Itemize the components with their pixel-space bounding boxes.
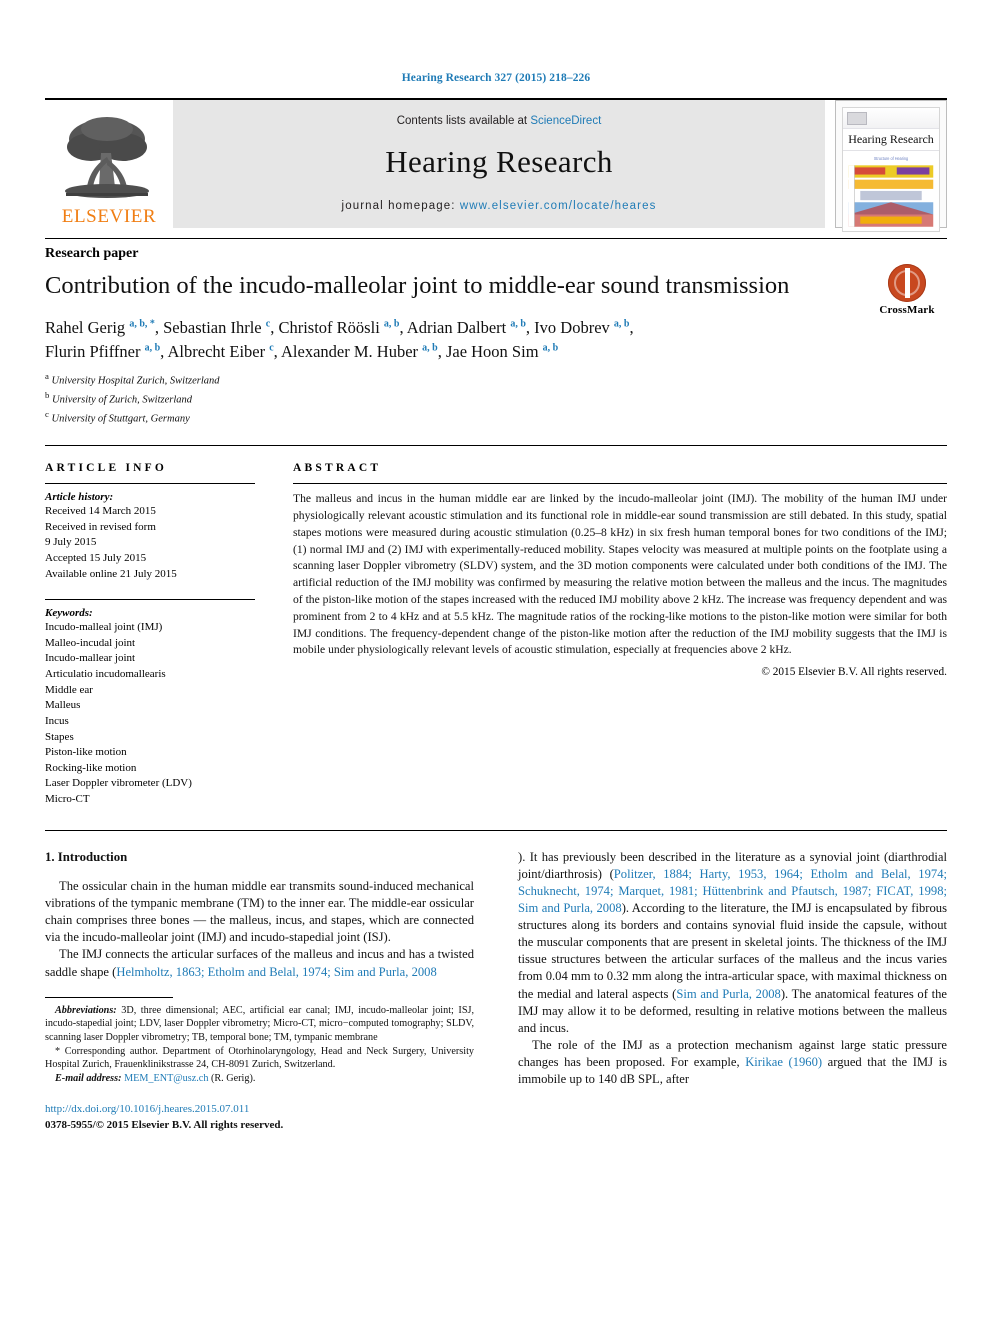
cover-top-strip (843, 108, 939, 129)
sciencedirect-link[interactable]: ScienceDirect (530, 115, 601, 127)
keyword-item: Middle ear (45, 683, 93, 696)
abbreviations-label: Abbreviations: (55, 1004, 117, 1016)
keywords-label: Keywords: (45, 607, 93, 620)
email-suffix: (R. Gerig). (208, 1073, 256, 1085)
body-column-right: ). It has previously been described in t… (518, 849, 947, 1134)
affiliations-list: a University Hospital Zurich, Switzerlan… (45, 370, 947, 427)
keyword-item: Malleus (45, 699, 81, 712)
abbreviations-note: Abbreviations: 3D, three dimensional; AE… (45, 1004, 474, 1045)
abstract-column: ABSTRACT The malleus and incus in the hu… (277, 462, 947, 807)
body-column-left: 1. Introduction The ossicular chain in t… (45, 849, 474, 1134)
affiliation-item: b University of Zurich, Switzerland (45, 389, 947, 408)
keyword-item: Rocking-like motion (45, 761, 137, 774)
body-columns: 1. Introduction The ossicular chain in t… (45, 849, 947, 1134)
article-type-label: Research paper (45, 246, 139, 261)
email-note: E-mail address: MEM_ENT@usz.ch (R. Gerig… (45, 1072, 474, 1086)
email-link[interactable]: MEM_ENT@usz.ch (124, 1073, 208, 1084)
journal-masthead: ELSEVIER Contents lists available at Sci… (45, 98, 947, 232)
history-item: Accepted 15 July 2015 (45, 552, 147, 565)
journal-title: Hearing Research (385, 143, 613, 179)
svg-text:Structure of Hearing: Structure of Hearing (874, 156, 908, 161)
abstract-text: The malleus and incus in the human middl… (293, 492, 947, 657)
keyword-item: Stapes (45, 730, 74, 743)
intro-paragraph-3: The role of the IMJ as a protection mech… (518, 1037, 947, 1088)
abstract-divider (293, 483, 947, 485)
citation-link[interactable]: Helmholtz, 1863; Etholm and Belal, 1974;… (116, 965, 436, 979)
keyword-item: Micro-CT (45, 792, 90, 805)
keyword-item: Laser Doppler vibrometer (LDV) (45, 777, 192, 790)
affiliation-text: University of Stuttgart, Germany (51, 413, 190, 425)
abstract-copyright: © 2015 Elsevier B.V. All rights reserved… (761, 666, 947, 679)
crossmark-label: CrossMark (879, 304, 935, 316)
intro-paragraph-1: The ossicular chain in the human middle … (45, 878, 474, 945)
history-item: Received 14 March 2015 (45, 505, 156, 518)
section-heading-introduction: 1. Introduction (45, 849, 128, 864)
cover-journal-name: Hearing Research (843, 129, 939, 151)
title-block: Research paper Contribution of the incud… (45, 246, 947, 427)
journal-homepage-link[interactable]: www.elsevier.com/locate/heares (460, 200, 657, 212)
affiliation-mark: c (45, 409, 49, 420)
intro-paragraph-2-continued: ). It has previously been described in t… (518, 849, 947, 1037)
doi-block: http://dx.doi.org/10.1016/j.heares.2015.… (45, 1102, 474, 1134)
elsevier-tree-icon (65, 117, 149, 198)
intro-paragraph-2-start: The IMJ connects the articular surfaces … (45, 946, 474, 980)
journal-cover-thumbnail: Hearing Research Structure of Hearing (835, 100, 947, 232)
journal-band: Contents lists available at ScienceDirec… (173, 100, 825, 228)
info-abstract-section: ARTICLE INFO Article history: Received 1… (45, 445, 947, 807)
citation-link[interactable]: Kirikae (1960) (745, 1055, 822, 1069)
contents-prefix: Contents lists available at (396, 114, 531, 127)
cover-artwork: Structure of Hearing (843, 151, 939, 231)
affiliation-text: University Hospital Zurich, Switzerland (51, 375, 220, 387)
title-divider (45, 238, 947, 239)
history-item: Received in revised form (45, 520, 156, 533)
keywords-divider (45, 599, 255, 601)
authors-line-2: Flurin Pfiffner a, b, Albrecht Eiber c, … (45, 341, 559, 361)
history-item: 9 July 2015 (45, 536, 97, 549)
body-divider (45, 829, 947, 831)
corresponding-author-note: * Corresponding author. Department of Ot… (45, 1045, 474, 1072)
affiliation-mark: a (45, 371, 49, 382)
journal-homepage-line: journal homepage: www.elsevier.com/locat… (342, 200, 657, 212)
keyword-item: Articulatio incudomallearis (45, 668, 166, 681)
article-info-column: ARTICLE INFO Article history: Received 1… (45, 462, 277, 807)
issn-copyright-line: 0378-5955/© 2015 Elsevier B.V. All right… (45, 1118, 284, 1131)
running-head: Hearing Research 327 (2015) 218–226 (401, 72, 591, 84)
keyword-item: Incus (45, 714, 69, 727)
crossmark-icon (888, 264, 926, 302)
article-history-list: Received 14 March 2015 Received in revis… (45, 504, 255, 582)
article-history-label: Article history: (45, 491, 114, 504)
citation-link[interactable]: Sim and Purla, 2008 (676, 987, 781, 1001)
keywords-list: Incudo-malleal joint (IMJ) Malleo-incuda… (45, 620, 255, 807)
email-label: E-mail address: (55, 1073, 122, 1085)
footnotes-block: Abbreviations: 3D, three dimensional; AE… (45, 1004, 474, 1086)
keyword-item: Incudo-mallear joint (45, 652, 136, 665)
authors-line-1: Rahel Gerig a, b, *, Sebastian Ihrle c, … (45, 318, 634, 338)
homepage-prefix: journal homepage: (341, 199, 460, 212)
article-info-divider (45, 483, 255, 485)
contents-lists-line: Contents lists available at ScienceDirec… (397, 115, 602, 127)
elsevier-wordmark: ELSEVIER (61, 206, 157, 227)
cover-inner: Hearing Research Structure of Hearing (842, 107, 940, 232)
corresponding-text: Corresponding author. Department of Otor… (45, 1045, 474, 1071)
affiliation-item: c University of Stuttgart, Germany (45, 408, 947, 427)
affiliation-text: University of Zurich, Switzerland (52, 394, 192, 406)
cover-diagram-icon: Structure of Hearing (843, 151, 939, 231)
affiliation-item: a University Hospital Zurich, Switzerlan… (45, 370, 947, 389)
article-info-heading: ARTICLE INFO (45, 462, 168, 475)
crossmark-badge-group[interactable]: CrossMark (867, 264, 947, 316)
doi-link[interactable]: http://dx.doi.org/10.1016/j.heares.2015.… (45, 1102, 474, 1118)
history-item: Available online 21 July 2015 (45, 567, 177, 580)
paper-page: Hearing Research 327 (2015) 218–226 ELSE… (0, 0, 992, 1323)
authors-list: Rahel Gerig a, b, *, Sebastian Ihrle c, … (45, 316, 835, 363)
keywords-block: Keywords: Incudo-malleal joint (IMJ) Mal… (45, 599, 255, 807)
elsevier-logo: ELSEVIER (45, 100, 173, 228)
keyword-item: Incudo-malleal joint (IMJ) (45, 621, 163, 634)
abstract-heading: ABSTRACT (293, 462, 382, 475)
page-title: Contribution of the incudo-malleolar joi… (45, 272, 790, 299)
footnote-divider (45, 996, 173, 998)
keyword-item: Malleo-incudal joint (45, 636, 136, 649)
affiliation-mark: b (45, 390, 50, 401)
keyword-item: Piston-like motion (45, 746, 127, 759)
